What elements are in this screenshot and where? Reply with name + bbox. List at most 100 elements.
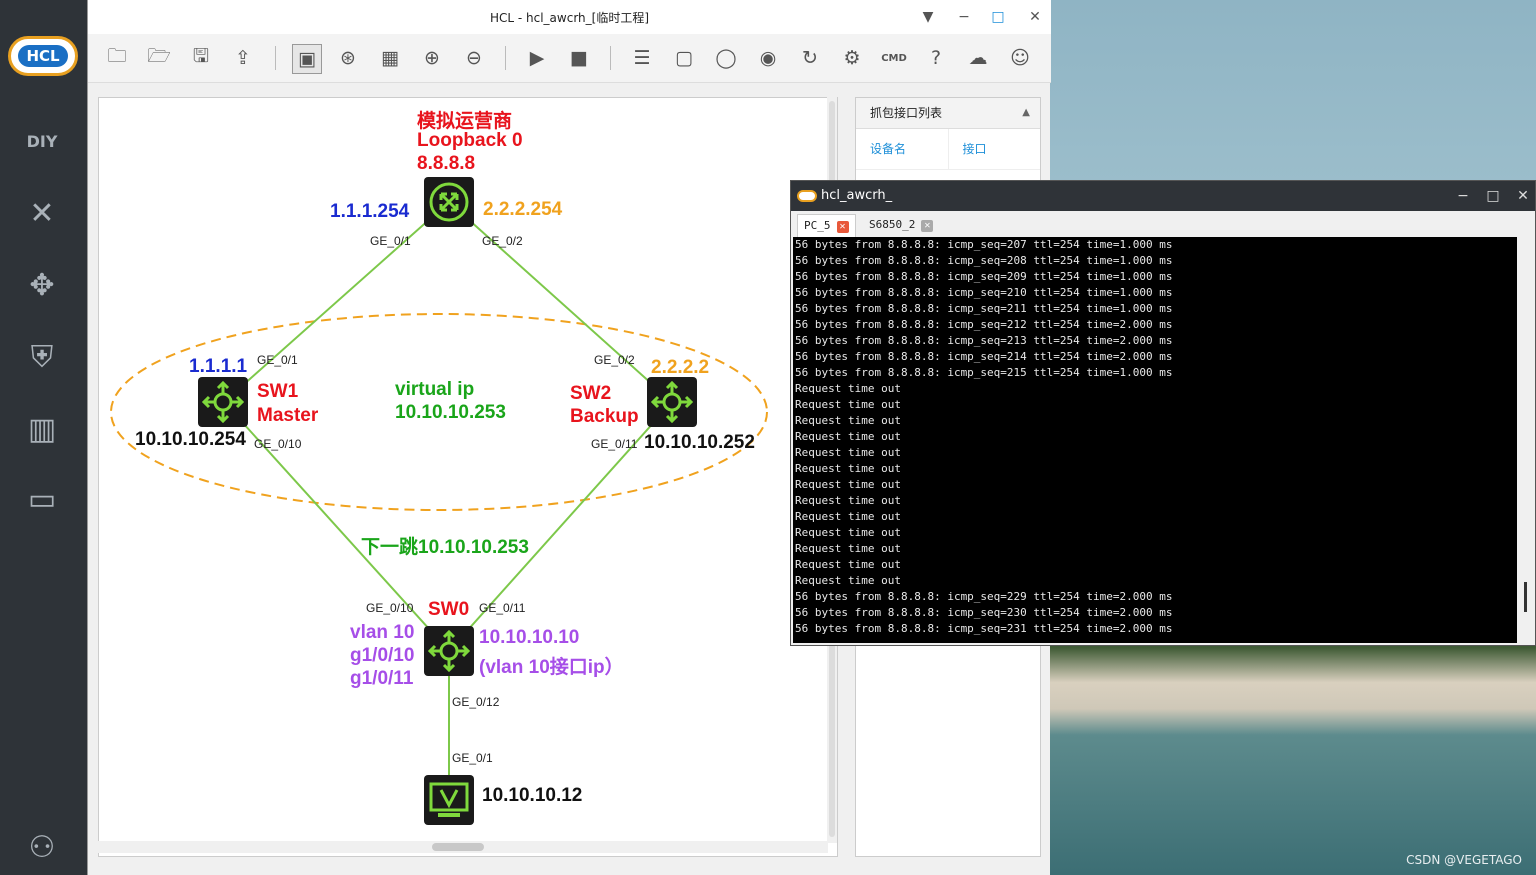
- wechat-icon[interactable]: ☁: [964, 44, 992, 72]
- sw0-if1: g1/0/10: [350, 645, 415, 666]
- terminal-output[interactable]: 56 bytes from 8.8.8.8: icmp_seq=207 ttl=…: [793, 237, 1517, 643]
- sort-icon[interactable]: ▲: [1022, 98, 1030, 128]
- isp-ge01-ip: 1.1.1.254: [330, 201, 410, 222]
- isp-ge02-ip: 2.2.2.254: [483, 199, 563, 220]
- link-isp-sw1: [223, 201, 450, 403]
- capture-list-icon[interactable]: ☰: [628, 44, 656, 72]
- dropdown-icon[interactable]: ▼: [916, 6, 940, 28]
- console-line: 56 bytes from 8.8.8.8: icmp_seq=209 ttl=…: [795, 270, 1173, 283]
- close-tab-icon[interactable]: ✕: [836, 221, 849, 233]
- sw0-vlan: vlan 10: [350, 622, 415, 643]
- server-icon[interactable]: ▥: [20, 408, 64, 452]
- sw1-role: Master: [257, 405, 319, 426]
- panel-title: 抓包接口列表: [870, 106, 943, 120]
- minimize-button[interactable]: −: [952, 6, 976, 28]
- screenshot-icon[interactable]: ▣: [292, 44, 322, 74]
- switch-icon: [202, 381, 244, 423]
- zoom-out-icon[interactable]: ⊖: [460, 44, 488, 72]
- port-label: GE_0/10: [254, 437, 302, 451]
- toolbar-divider: [505, 46, 506, 70]
- maximize-button[interactable]: □: [1479, 185, 1507, 207]
- refresh-icon[interactable]: ↻: [796, 44, 824, 72]
- switch-icon: [428, 630, 470, 672]
- terminal-icon[interactable]: ▭: [20, 478, 64, 522]
- open-project-icon[interactable]: 🗁: [145, 44, 173, 72]
- sw0-name: SW0: [428, 599, 470, 620]
- help-icon[interactable]: ?: [922, 44, 950, 72]
- sw2-ip: 10.10.10.252: [644, 432, 755, 453]
- feedback-icon[interactable]: ☺: [1006, 44, 1034, 72]
- column-device[interactable]: 设备名: [856, 129, 949, 169]
- console-line: Request time out: [795, 462, 901, 475]
- add-shape-icon[interactable]: ◯: [712, 44, 740, 72]
- restore-button[interactable]: □: [986, 6, 1010, 28]
- scroll-thumb[interactable]: [432, 843, 484, 851]
- scroll-thumb[interactable]: [1524, 582, 1527, 612]
- close-button[interactable]: ✕: [1023, 6, 1047, 28]
- close-button[interactable]: ✕: [1509, 185, 1536, 207]
- settings-icon[interactable]: ⚙: [838, 44, 866, 72]
- console-line: 56 bytes from 8.8.8.8: icmp_seq=229 ttl=…: [795, 590, 1173, 603]
- zoom-in-icon[interactable]: ⊕: [418, 44, 446, 72]
- console-line: Request time out: [795, 446, 901, 459]
- firewall-icon[interactable]: ⛨: [20, 336, 64, 380]
- canvas-horizontal-scrollbar[interactable]: [98, 841, 828, 853]
- new-project-icon[interactable]: 🗀: [103, 44, 131, 72]
- stop-icon[interactable]: ■: [565, 44, 593, 72]
- user-icon[interactable]: ⚇: [20, 826, 64, 870]
- port-label: GE_0/2: [482, 234, 523, 248]
- router-icon[interactable]: ✥: [20, 264, 64, 308]
- port-label: GE_0/11: [591, 437, 638, 451]
- toolbar-divider: [275, 46, 276, 70]
- console-line: 56 bytes from 8.8.8.8: icmp_seq=231 ttl=…: [795, 622, 1173, 635]
- next-hop-label: 下一跳10.10.10.253: [361, 537, 529, 558]
- console-line: 56 bytes from 8.8.8.8: icmp_seq=215 ttl=…: [795, 366, 1173, 379]
- console-line: Request time out: [795, 558, 901, 571]
- network-icon[interactable]: ✕: [20, 192, 64, 236]
- console-line: 56 bytes from 8.8.8.8: icmp_seq=211 ttl=…: [795, 302, 1173, 315]
- start-icon[interactable]: ▶: [523, 44, 551, 72]
- terminal-tabs: PC_5 ✕ S6850_2 ✕: [791, 211, 1535, 237]
- export-icon[interactable]: ⇪: [229, 44, 257, 72]
- console-line: Request time out: [795, 510, 901, 523]
- console-line: 56 bytes from 8.8.8.8: icmp_seq=207 ttl=…: [795, 238, 1173, 251]
- console-line: Request time out: [795, 382, 901, 395]
- port-label: GE_0/11: [479, 601, 526, 615]
- sw1-ip: 10.10.10.254: [135, 429, 246, 450]
- topology-icon[interactable]: ⊛: [334, 44, 362, 72]
- pc-host[interactable]: [424, 775, 474, 825]
- console-line: Request time out: [795, 574, 901, 587]
- add-frame-icon[interactable]: ▢: [670, 44, 698, 72]
- terminal-title: hcl_awcrh_: [821, 188, 893, 203]
- tab-s6850[interactable]: S6850_2 ✕: [863, 214, 939, 236]
- console-line: Request time out: [795, 494, 901, 507]
- sw1-switch[interactable]: [198, 377, 248, 427]
- panel-header[interactable]: 抓包接口列表 ▲: [856, 98, 1040, 129]
- terminal-scrollbar[interactable]: [1518, 237, 1533, 643]
- sw0-switch[interactable]: [424, 626, 474, 676]
- watermark: CSDN @VEGETAGO: [1406, 853, 1522, 867]
- diy-icon[interactable]: DIY: [20, 120, 64, 164]
- close-tab-icon[interactable]: ✕: [921, 220, 934, 232]
- sw0-ip: 10.10.10.10: [479, 627, 580, 648]
- sw1-name: SW1: [257, 381, 299, 402]
- tab-pc5[interactable]: PC_5 ✕: [797, 214, 856, 237]
- isp-router[interactable]: [424, 177, 474, 227]
- cmd-icon[interactable]: CMD: [880, 44, 908, 72]
- sw2-switch[interactable]: [647, 377, 697, 427]
- topology-canvas[interactable]: 模拟运营商 Loopback 0 8.8.8.8 1.1.1.254 2.2.2…: [98, 97, 838, 857]
- pc-icon: [429, 782, 469, 817]
- console-line: Request time out: [795, 414, 901, 427]
- console-line: Request time out: [795, 542, 901, 555]
- virtual-ip-label: virtual ip: [395, 379, 475, 400]
- layout-icon[interactable]: ▦: [376, 44, 404, 72]
- minimize-button[interactable]: −: [1449, 185, 1477, 207]
- console-line: 56 bytes from 8.8.8.8: icmp_seq=208 ttl=…: [795, 254, 1173, 267]
- device-sidebar: HCL DIY ✕ ✥ ⛨ ▥ ▭ ⚇: [0, 0, 87, 875]
- camera-icon[interactable]: ◉: [754, 44, 782, 72]
- title-bar: HCL - hcl_awcrh_[临时工程] ▼ − □ ✕: [88, 0, 1051, 34]
- isp-ip: 8.8.8.8: [417, 153, 476, 174]
- save-icon[interactable]: 🖫: [187, 44, 215, 72]
- column-interface[interactable]: 接口: [949, 129, 1041, 169]
- port-label: GE_0/1: [370, 234, 411, 248]
